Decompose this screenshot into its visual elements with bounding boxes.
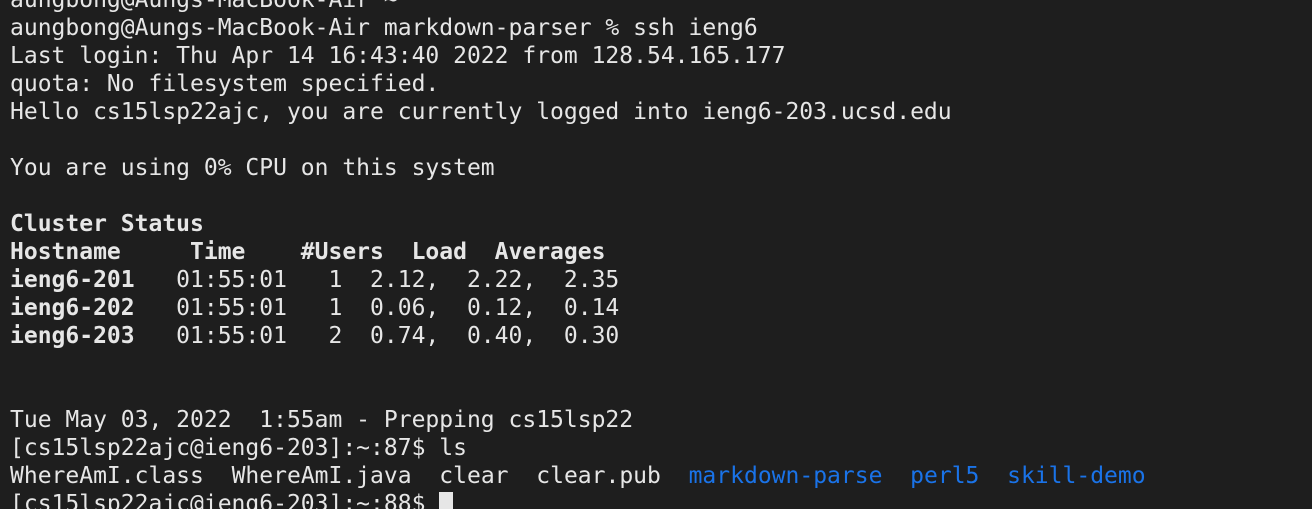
- ls-file: WhereAmI.class: [10, 463, 204, 489]
- cluster-status-title: Cluster Status: [10, 211, 204, 237]
- ls-output-line: WhereAmI.class WhereAmI.java clear clear…: [10, 462, 1146, 490]
- cluster-hostname: ieng6-202: [10, 295, 135, 321]
- cpu-line: You are using 0% CPU on this system: [10, 155, 495, 181]
- terminal-window[interactable]: aungbong@Aungs-MacBook-Air ~ aungbong@Au…: [0, 0, 1312, 509]
- cluster-stats: 01:55:01 1 2.12, 2.22, 2.35: [134, 267, 620, 293]
- cluster-table-header: Hostname Time #Users Load Averages: [10, 239, 606, 265]
- cluster-stats: 01:55:01 2 0.74, 0.40, 0.30: [134, 323, 620, 349]
- local-prompt-line: aungbong@Aungs-MacBook-Air markdown-pars…: [10, 15, 758, 41]
- ls-file: clear: [439, 463, 509, 489]
- cluster-hostname: ieng6-201: [10, 267, 135, 293]
- hello-line: Hello cs15lsp22ajc, you are currently lo…: [10, 99, 952, 125]
- ls-file: WhereAmI.java: [231, 463, 412, 489]
- last-login-line: Last login: Thu Apr 14 16:43:40 2022 fro…: [10, 43, 786, 69]
- quota-line: quota: No filesystem specified.: [10, 71, 440, 97]
- cluster-hostname: ieng6-203: [10, 323, 135, 349]
- cluster-row: ieng6-201 01:55:01 1 2.12, 2.22, 2.35: [10, 266, 1146, 294]
- ls-directory: skill-demo: [1007, 463, 1146, 489]
- ls-file: clear.pub: [536, 463, 661, 489]
- final-prompt: [cs15lsp22ajc@ieng6-203]:~:88$: [10, 491, 440, 509]
- cluster-stats: 01:55:01 1 0.06, 0.12, 0.14: [134, 295, 620, 321]
- cluster-row: ieng6-203 01:55:01 2 0.74, 0.40, 0.30: [10, 322, 1146, 350]
- ls-prompt-line: [cs15lsp22ajc@ieng6-203]:~:87$ ls: [10, 435, 467, 461]
- final-prompt-line[interactable]: [cs15lsp22ajc@ieng6-203]:~:88$: [10, 490, 1146, 509]
- cluster-row: ieng6-202 01:55:01 1 0.06, 0.12, 0.14: [10, 294, 1146, 322]
- date-line: Tue May 03, 2022 1:55am - Prepping cs15l…: [10, 407, 634, 433]
- ls-directory: perl5: [910, 463, 980, 489]
- partial-top-line: aungbong@Aungs-MacBook-Air ~: [10, 0, 398, 13]
- ls-directory: markdown-parse: [688, 463, 883, 489]
- terminal-output: aungbong@Aungs-MacBook-Air ~ aungbong@Au…: [10, 0, 1146, 509]
- text-cursor: [439, 492, 454, 509]
